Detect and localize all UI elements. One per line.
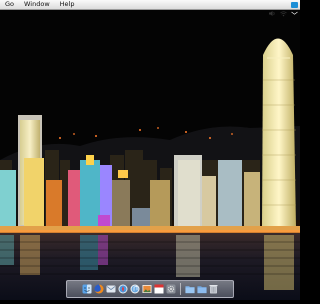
applications-folder-icon[interactable] — [184, 284, 195, 295]
finder-icon[interactable] — [82, 284, 92, 295]
city-skyline-image — [0, 10, 300, 300]
mail-icon[interactable] — [291, 1, 298, 15]
menu-help[interactable]: Help — [55, 0, 80, 9]
system-preferences-icon[interactable] — [166, 284, 176, 295]
desktop-wallpaper — [0, 10, 300, 300]
speaker-icon[interactable] — [269, 2, 275, 16]
trash-icon[interactable] — [209, 284, 219, 295]
mail-icon[interactable] — [106, 284, 116, 295]
itunes-icon[interactable] — [130, 284, 140, 295]
safari-icon[interactable] — [118, 284, 128, 295]
photo-icon[interactable] — [142, 284, 152, 295]
menu-bar-left: Go Window Help — [0, 0, 79, 9]
firefox-icon[interactable] — [94, 284, 104, 295]
dock — [66, 280, 234, 298]
wifi-icon[interactable] — [280, 2, 287, 16]
menu-go[interactable]: Go — [0, 0, 19, 9]
menu-window[interactable]: Window — [19, 0, 55, 9]
dock-separator — [179, 283, 181, 295]
documents-folder-icon[interactable] — [196, 284, 207, 295]
calendar-icon[interactable] — [154, 284, 164, 295]
menu-bar-status — [269, 0, 298, 16]
menu-bar: Go Window Help — [0, 0, 300, 16]
